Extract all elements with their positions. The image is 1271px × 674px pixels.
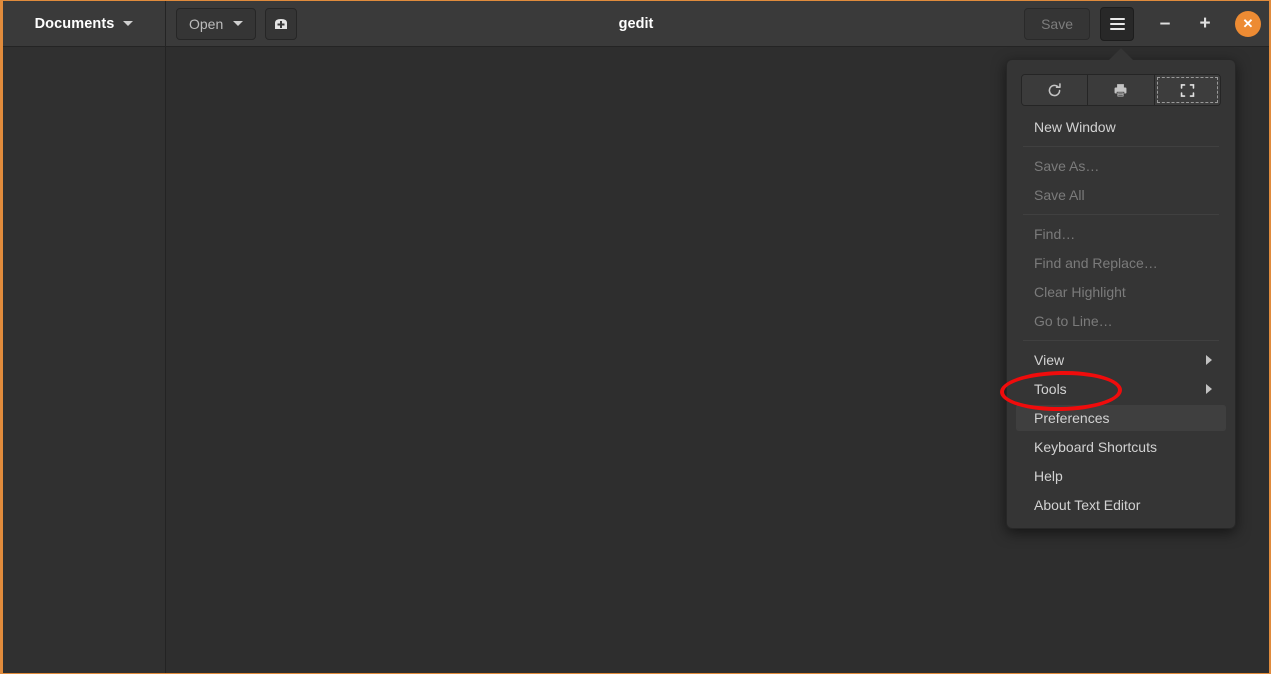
print-icon (1115, 83, 1127, 97)
side-panel[interactable] (3, 47, 166, 673)
menu-item-label: Save As… (1034, 158, 1100, 174)
menu-item-label: Clear Highlight (1034, 284, 1126, 300)
hamburger-menu-icon (1109, 27, 1125, 30)
menu-item-find[interactable]: Find… (1016, 221, 1226, 247)
menu-separator (1023, 146, 1219, 147)
menu-item-label: Tools (1034, 381, 1067, 397)
hamburger-menu-button[interactable] (1100, 6, 1134, 41)
menu-separator (1023, 340, 1219, 341)
open-controls: Open (176, 7, 298, 40)
menu-item-label: Find and Replace… (1034, 255, 1158, 271)
menu-item-view[interactable]: View (1016, 347, 1226, 373)
chevron-down-icon (123, 21, 134, 26)
documents-label: Documents (34, 15, 115, 32)
menu-item-go-to-line[interactable]: Go to Line… (1016, 308, 1226, 334)
menu-item-label: Save All (1034, 187, 1085, 203)
new-document-button[interactable] (265, 7, 298, 40)
menu-item-tools[interactable]: Tools (1016, 376, 1226, 402)
maximize-button[interactable]: + (1189, 8, 1221, 40)
menu-item-label: Go to Line… (1034, 313, 1113, 329)
menu-item-preferences[interactable]: Preferences (1016, 405, 1226, 431)
fullscreen-icon (1180, 83, 1195, 97)
fullscreen-button[interactable] (1154, 75, 1220, 105)
reload-icon (1048, 82, 1061, 96)
menu-item-clear-highlight[interactable]: Clear Highlight (1016, 279, 1226, 305)
menu-item-keyboard-shortcuts[interactable]: Keyboard Shortcuts (1016, 434, 1226, 460)
menu-item-label: Keyboard Shortcuts (1034, 439, 1157, 455)
menu-item-label: About Text Editor (1034, 497, 1141, 513)
hamburger-menu-icon (1109, 22, 1125, 25)
close-icon: ✕ (1242, 16, 1254, 31)
print-button[interactable] (1088, 75, 1155, 105)
chevron-down-icon (233, 21, 244, 26)
header-right-controls: Save – + ✕ (1024, 1, 1261, 46)
save-button[interactable]: Save (1024, 7, 1090, 40)
popover-arrow (1109, 48, 1133, 60)
menu-item-label: Preferences (1034, 410, 1110, 426)
menu-item-save-all[interactable]: Save All (1016, 182, 1226, 208)
minimize-icon: – (1159, 12, 1171, 34)
minimize-button[interactable]: – (1149, 8, 1181, 40)
quick-actions-group (1021, 74, 1221, 106)
reload-button[interactable] (1022, 75, 1089, 105)
chevron-right-icon (1206, 355, 1212, 365)
new-document-icon (275, 18, 288, 29)
main-menu-panel: New Window Save As… Save All Find… Find … (1006, 59, 1236, 529)
menu-item-about-text-editor[interactable]: About Text Editor (1016, 492, 1226, 518)
menu-item-save-as[interactable]: Save As… (1016, 153, 1226, 179)
menu-item-label: Help (1034, 468, 1063, 484)
header-bar: Documents Open gedit Save – + ✕ (3, 1, 1269, 47)
menu-item-label: View (1034, 352, 1065, 368)
menu-list: New Window Save As… Save All Find… Find … (1007, 114, 1235, 518)
open-button-label: Open (189, 15, 224, 32)
menu-separator (1023, 214, 1219, 215)
menu-item-label: New Window (1034, 119, 1116, 135)
menu-item-help[interactable]: Help (1016, 463, 1226, 489)
save-button-label: Save (1041, 15, 1073, 32)
close-button[interactable]: ✕ (1235, 10, 1261, 37)
menu-item-new-window[interactable]: New Window (1016, 114, 1226, 140)
hamburger-menu-icon (1109, 17, 1125, 20)
maximize-icon: + (1199, 12, 1211, 34)
menu-item-label: Find… (1034, 226, 1076, 242)
menu-item-find-and-replace[interactable]: Find and Replace… (1016, 250, 1226, 276)
header-left-controls: Documents Open (3, 1, 298, 46)
documents-dropdown-button[interactable]: Documents (3, 1, 166, 46)
open-button[interactable]: Open (176, 7, 257, 40)
gedit-window: Documents Open gedit Save – + ✕ New Wind… (0, 0, 1271, 674)
chevron-right-icon (1206, 384, 1212, 394)
